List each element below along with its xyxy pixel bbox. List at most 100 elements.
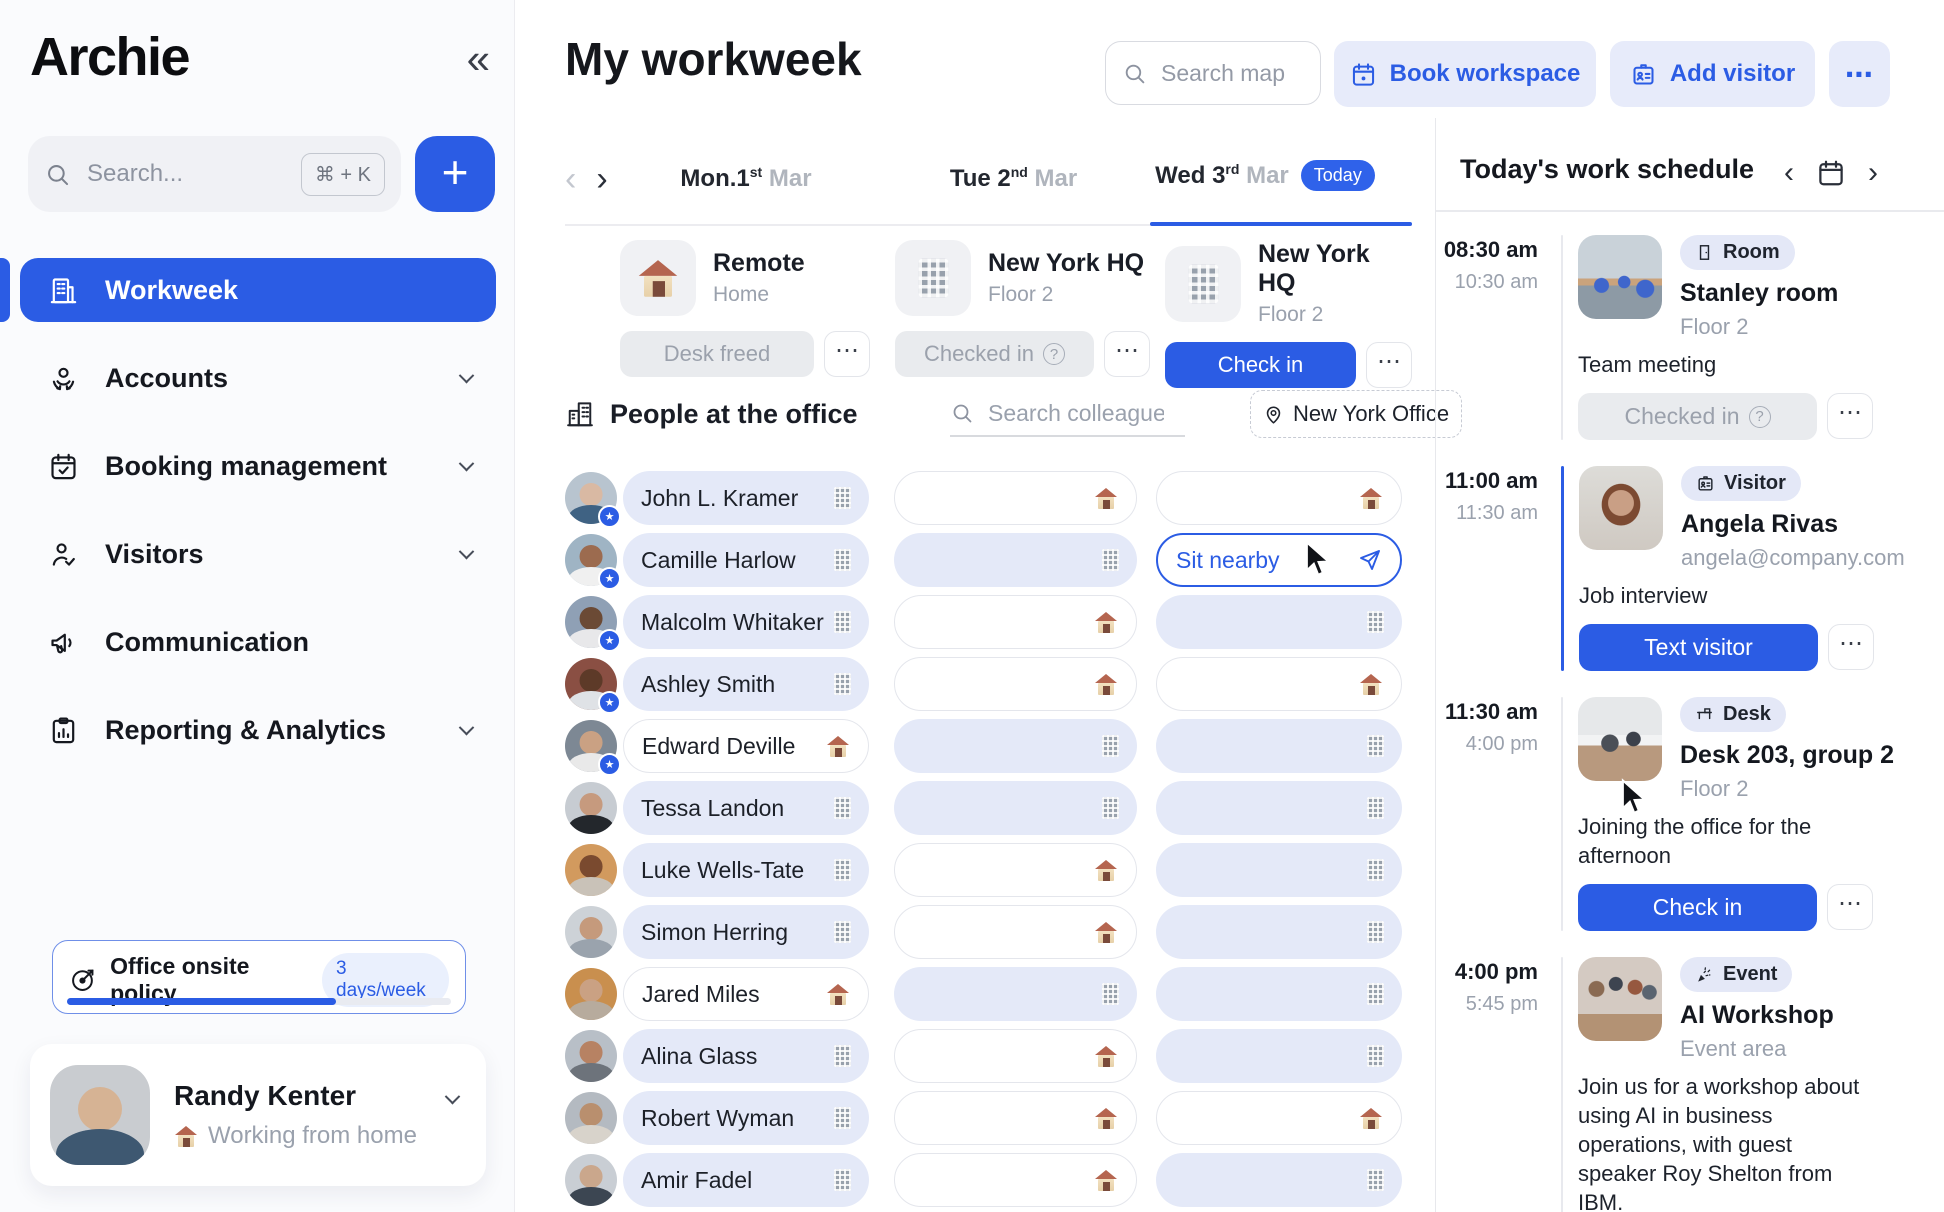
calendar-icon[interactable] [1816,158,1846,188]
day-cell-wed[interactable] [1156,595,1402,649]
sidebar-item-booking-management[interactable]: Booking management [20,434,496,498]
person-name-pill[interactable]: Edward Deville [623,719,869,773]
person-name-pill[interactable]: Jared Miles [623,967,869,1021]
avatar: ★ [565,658,617,710]
day-cell-wed[interactable] [1156,967,1402,1021]
day-cell-tue[interactable] [894,657,1137,711]
day-cell-wed[interactable] [1156,905,1402,959]
day-cell-tue[interactable] [894,719,1137,773]
check-in-button[interactable]: Check in [1165,342,1356,388]
day-cell-tue[interactable] [894,1091,1137,1145]
day-cell-wed[interactable] [1156,1029,1402,1083]
week-prev-icon[interactable]: ‹ [565,162,576,196]
checked-in-label: Checked in [924,341,1034,367]
sidebar-item-accounts[interactable]: Accounts [20,346,496,410]
desk-freed-button[interactable]: Desk freed [620,331,814,377]
colleague-search-input[interactable] [986,399,1166,428]
office-building-icon [1102,735,1119,757]
day-cell-wed[interactable] [1156,1153,1402,1207]
start-time: 4:00 pm [1436,959,1538,985]
more-button[interactable]: ⋯ [1827,393,1873,439]
item-note: Job interview [1579,581,1874,610]
person-name-pill[interactable]: Robert Wyman [623,1091,869,1145]
sidebar-item-label: Accounts [105,363,228,394]
sidebar-search[interactable]: ⌘ + K [28,136,401,212]
person-name: Alina Glass [641,1043,757,1070]
day-cell-wed[interactable] [1156,1091,1402,1145]
person-name-pill[interactable]: Camille Harlow [623,533,869,587]
add-visitor-button[interactable]: Add visitor [1610,41,1815,107]
day-cell-wed[interactable] [1156,471,1402,525]
person-name-pill[interactable]: Malcolm Whitaker [623,595,869,649]
sit-nearby-button[interactable]: Sit nearby [1156,533,1402,587]
week-divider-active [1150,222,1412,226]
office-filter[interactable]: New York Office [1250,390,1462,438]
book-workspace-button[interactable]: Book workspace [1334,41,1596,107]
day-cell-wed[interactable] [1156,657,1402,711]
check-in-button[interactable]: Check in [1578,884,1817,931]
more-button[interactable]: ⋯ [1828,624,1874,670]
item-note: Join us for a workshop about using AI in… [1578,1072,1873,1212]
person-name-pill[interactable]: Alina Glass [623,1029,869,1083]
day-header-tue[interactable]: Tue 2nd Mar [892,164,1135,193]
office-building-icon [834,1169,851,1191]
collapse-sidebar-icon[interactable]: « [467,38,490,80]
day-cell-wed[interactable] [1156,719,1402,773]
day-cell-tue[interactable] [894,967,1137,1021]
sidebar-search-input[interactable] [85,159,235,189]
sidebar-item-visitors[interactable]: Visitors [20,522,496,586]
person-name: Camille Harlow [641,547,796,574]
sidebar-item-reporting-analytics[interactable]: Reporting & Analytics [20,698,496,762]
person-name: Amir Fadel [641,1167,752,1194]
people-row: Robert Wyman [565,1087,1423,1149]
map-search[interactable] [1105,41,1321,105]
day-cell-tue[interactable] [894,1153,1137,1207]
sidebar-item-workweek[interactable]: Workweek [20,258,496,322]
person-name-pill[interactable]: Tessa Landon [623,781,869,835]
person-name-pill[interactable]: Simon Herring [623,905,869,959]
sidebar-item-communication[interactable]: Communication [20,610,496,674]
office-onsite-policy-card[interactable]: Office onsite policy 3 days/week [52,940,466,1014]
more-button[interactable]: ⋯ [824,331,870,377]
day-cell-tue[interactable] [894,595,1137,649]
id-badge-icon [1630,61,1657,88]
map-search-input[interactable] [1159,59,1289,88]
day-header-mon[interactable]: Mon.1st Mar [623,164,869,193]
week-next-icon[interactable]: › [596,162,607,196]
day-cell-tue[interactable] [894,471,1137,525]
header-more-button[interactable]: ⋯ [1829,41,1890,107]
office-building-icon [834,797,851,819]
day-cell-wed[interactable] [1156,781,1402,835]
person-name-pill[interactable]: Luke Wells-Tate [623,843,869,897]
day-cell-tue[interactable] [894,533,1137,587]
divider [1436,210,1944,212]
more-button[interactable]: ⋯ [1827,884,1873,930]
schedule-next-icon[interactable]: › [1868,158,1878,188]
text-visitor-button[interactable]: Text visitor [1579,624,1818,671]
home-icon [1359,674,1383,695]
office-building-icon [1367,921,1384,943]
checked-in-button[interactable]: Checked in ? [1578,393,1817,440]
chevron-down-icon[interactable] [445,1089,461,1105]
door-icon [1695,243,1714,262]
person-name-pill[interactable]: John L. Kramer [623,471,869,525]
day-cell-tue[interactable] [894,843,1137,897]
quick-add-button[interactable]: + [415,136,495,212]
day-cell-tue[interactable] [894,781,1137,835]
checked-in-button[interactable]: Checked in ? [895,331,1094,377]
people-row: ★ Edward Deville [565,715,1423,777]
more-button[interactable]: ⋯ [1366,342,1412,388]
day-header-wed[interactable]: Wed 3rd Mar Today [1100,160,1430,191]
day-cell-tue[interactable] [894,905,1137,959]
colleague-search[interactable] [950,391,1185,437]
schedule-prev-icon[interactable]: ‹ [1784,158,1794,188]
person-name-pill[interactable]: Amir Fadel [623,1153,869,1207]
sidebar-item-label: Reporting & Analytics [105,715,386,746]
people-row: Tessa Landon [565,777,1423,839]
more-button[interactable]: ⋯ [1104,331,1150,377]
day-cell-wed[interactable] [1156,843,1402,897]
user-card[interactable]: Randy Kenter Working from home [30,1044,486,1186]
office-building-icon [918,259,948,298]
person-name-pill[interactable]: Ashley Smith [623,657,869,711]
day-cell-tue[interactable] [894,1029,1137,1083]
